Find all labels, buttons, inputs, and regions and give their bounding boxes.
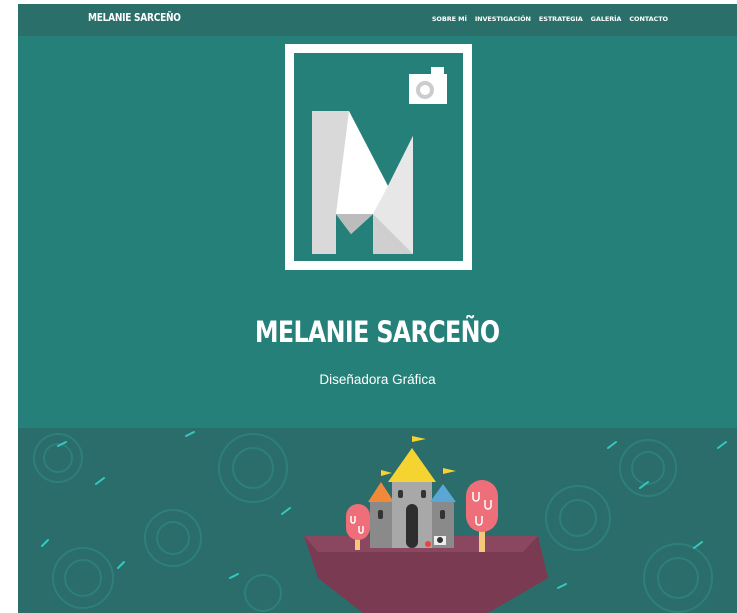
floating-castle-island-illustration [33,431,727,613]
illustration-section [18,428,737,613]
nav-link-galeria[interactable]: GALERÍA [591,15,622,23]
camera-m-logo-icon [285,44,472,270]
page: MELANIE SARCEÑO SOBRE MÍ INVESTIGACIÓN E… [18,4,737,613]
nav-link-contacto[interactable]: CONTACTO [629,15,668,23]
nav-link-sobre-mi[interactable]: SOBRE MÍ [432,15,467,23]
hero-title: MELANIE SARCEÑO [18,315,737,349]
nav-link-investigacion[interactable]: INVESTIGACIÓN [475,15,531,23]
hero-subtitle: Diseñadora Gráfica [319,372,436,387]
nav-link-estrategia[interactable]: ESTRATEGIA [539,15,583,23]
navbar: MELANIE SARCEÑO SOBRE MÍ INVESTIGACIÓN E… [18,4,737,36]
nav-links: SOBRE MÍ INVESTIGACIÓN ESTRATEGIA GALERÍ… [432,15,668,23]
hero-title-text: MELANIE SARCEÑO [255,315,500,349]
brand-link[interactable]: MELANIE SARCEÑO [88,12,181,24]
hero-section: MELANIE SARCEÑO Diseñadora Gráfica [18,36,737,428]
